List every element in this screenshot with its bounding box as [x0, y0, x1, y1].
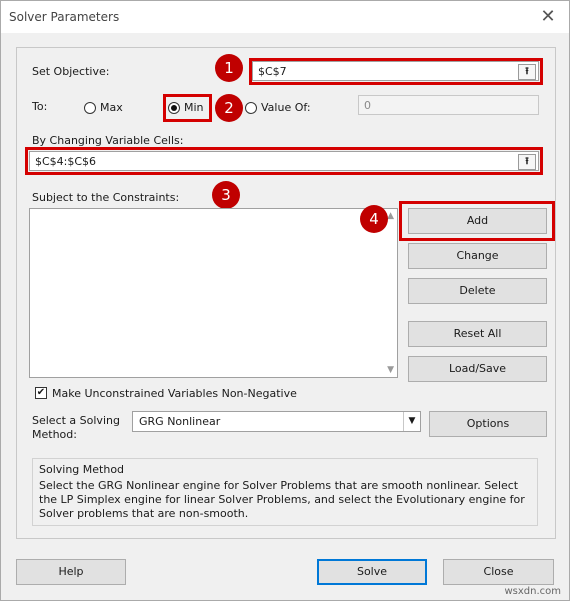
window-title: Solver Parameters — [9, 10, 120, 24]
add-button[interactable]: Add — [408, 208, 547, 234]
load-save-button[interactable]: Load/Save — [408, 356, 547, 382]
value-of-input[interactable]: 0 — [358, 95, 539, 115]
constraints-list[interactable]: ▲ ▼ — [29, 208, 398, 378]
scroll-down-icon[interactable]: ▼ — [387, 365, 394, 375]
annotation-badge-2: 2 — [215, 94, 243, 122]
nonneg-checkbox[interactable]: ✔ — [35, 387, 47, 399]
min-radio[interactable] — [168, 102, 180, 114]
annotation-badge-4: 4 — [360, 205, 388, 233]
solving-method-info: Solving Method Select the GRG Nonlinear … — [32, 458, 538, 526]
close-icon[interactable]: ✕ — [537, 6, 559, 28]
watermark: wsxdn.com — [504, 586, 561, 597]
solver-parameters-dialog: Solver Parameters ✕ Set Objective: $C$7 … — [0, 0, 570, 601]
reset-all-button[interactable]: Reset All — [408, 321, 547, 347]
value-of-radio[interactable] — [245, 102, 257, 114]
annotation-badge-3: 3 — [212, 181, 240, 209]
value-of-value: 0 — [364, 99, 371, 112]
value-of-label[interactable]: Value Of: — [261, 101, 311, 114]
highlight-box-1 — [249, 58, 543, 85]
changing-cells-label: By Changing Variable Cells: — [32, 134, 184, 147]
solve-button[interactable]: Solve — [317, 559, 427, 585]
min-label[interactable]: Min — [184, 101, 204, 114]
constraints-label: Subject to the Constraints: — [32, 191, 180, 204]
annotation-badge-1: 1 — [215, 54, 243, 82]
solving-method-select[interactable]: GRG Nonlinear ▼ — [132, 411, 421, 432]
chevron-down-icon[interactable]: ▼ — [403, 412, 420, 431]
help-button[interactable]: Help — [16, 559, 126, 585]
solving-method-description: Select the GRG Nonlinear engine for Solv… — [39, 479, 525, 520]
change-button[interactable]: Change — [408, 243, 547, 269]
close-button[interactable]: Close — [443, 559, 554, 585]
to-label: To: — [32, 100, 48, 113]
solving-method-value: GRG Nonlinear — [139, 415, 221, 428]
method-label-line1: Select a Solving — [32, 414, 120, 427]
set-objective-label: Set Objective: — [32, 65, 110, 78]
title-bar: Solver Parameters ✕ — [1, 1, 569, 33]
delete-button[interactable]: Delete — [408, 278, 547, 304]
max-radio[interactable] — [84, 102, 96, 114]
max-label[interactable]: Max — [100, 101, 123, 114]
nonneg-label[interactable]: Make Unconstrained Variables Non-Negativ… — [52, 387, 297, 400]
method-label-line2: Method: — [32, 428, 77, 441]
scroll-up-icon[interactable]: ▲ — [387, 211, 394, 221]
solving-method-heading: Solving Method — [39, 463, 125, 476]
options-button[interactable]: Options — [429, 411, 547, 437]
highlight-box-changing — [25, 147, 543, 175]
